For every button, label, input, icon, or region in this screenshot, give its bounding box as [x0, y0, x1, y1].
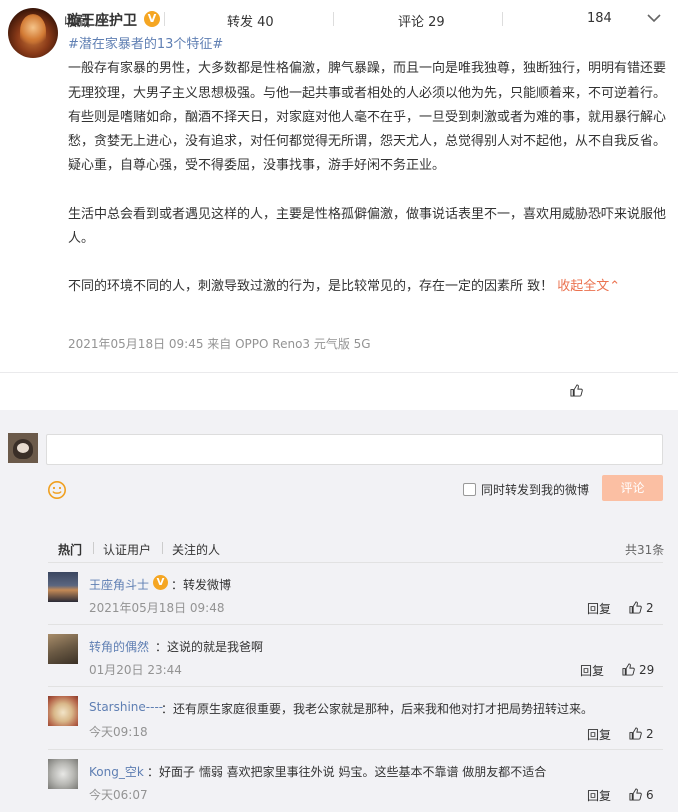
- chevron-down-icon[interactable]: [645, 9, 663, 27]
- divider: [333, 12, 334, 26]
- comment-time: 01月20日 23:44: [89, 663, 182, 677]
- thumbs-up-icon[interactable]: [570, 384, 583, 397]
- comment-like-count[interactable]: 29: [639, 663, 654, 677]
- divider: [162, 542, 163, 554]
- comment-time: 今天06:07: [89, 788, 148, 802]
- post-body: #潜在家暴者的13个特征# 一般存有家暴的男性，大多数都是性格偏激，脾气暴躁，而…: [68, 33, 668, 300]
- divider: [48, 562, 663, 563]
- author-avatar[interactable]: [8, 8, 58, 58]
- divider: [48, 749, 663, 750]
- post-meta: 2021年05月18日 09:45 来自 OPPO Reno3 元气版 5G: [68, 337, 371, 351]
- commenter-name[interactable]: Starshine----: [89, 700, 163, 714]
- thumbs-up-icon[interactable]: [629, 788, 642, 801]
- comment-text: ：还有原生家庭很重要，我老公家就是那种，后来我和他对打才把局势扭转过来。: [161, 702, 594, 716]
- comment-text: ：好面子 懦弱 喜欢把家里事往外说 妈宝。这些基本不靠谱 做朋友都不适合: [147, 765, 547, 779]
- comment-total: 共31条: [625, 543, 665, 557]
- my-avatar: [8, 433, 38, 463]
- reply-button[interactable]: 回复: [587, 600, 611, 617]
- submit-comment-button[interactable]: 评论: [602, 475, 663, 501]
- hashtag-link[interactable]: #潜在家暴者的13个特征#: [68, 37, 223, 52]
- reply-button[interactable]: 回复: [587, 726, 611, 743]
- repost-checkbox-label: 同时转发到我的微博: [481, 483, 590, 497]
- post-paragraph-2: 生活中总会看到或者遇见这样的人，主要是性格孤僻偏激，做事说话表里不一，喜欢用威胁…: [68, 206, 667, 247]
- comment-text: ：转发微博: [171, 578, 232, 592]
- divider: [48, 624, 663, 625]
- commenter-avatar[interactable]: [48, 696, 78, 726]
- divider: [0, 372, 678, 373]
- commenter-avatar[interactable]: [48, 759, 78, 789]
- post-paragraph-1: 一般存有家暴的男性，大多数都是性格偏激，脾气暴躁，而且一向是唯我独尊，独断独行，…: [68, 61, 667, 174]
- commenter-avatar[interactable]: [48, 572, 78, 602]
- divider: [48, 686, 663, 687]
- repost-checkbox[interactable]: [463, 483, 476, 496]
- verified-badge-icon: V: [144, 11, 160, 27]
- divider: [164, 12, 165, 26]
- thumbs-up-icon[interactable]: [629, 727, 642, 740]
- divider: [502, 12, 503, 26]
- commenter-name[interactable]: 王座角斗士: [89, 576, 149, 593]
- emoji-icon[interactable]: [47, 480, 67, 500]
- reply-button[interactable]: 回复: [587, 787, 611, 804]
- collapse-link[interactable]: 收起全文⌃: [557, 279, 620, 294]
- repost-button[interactable]: 转发 40: [227, 11, 274, 30]
- comment-like-count[interactable]: 2: [646, 601, 654, 615]
- comment-input[interactable]: [46, 434, 663, 465]
- comment-time: 今天09:18: [89, 725, 148, 739]
- filter-hot[interactable]: 热门: [58, 541, 82, 558]
- verified-badge-icon: V: [153, 575, 168, 590]
- commenter-name[interactable]: Kong_空k: [89, 763, 144, 780]
- comment-button[interactable]: 评论 29: [398, 11, 445, 30]
- filter-following[interactable]: 关注的人: [172, 541, 220, 558]
- comment-like-count[interactable]: 2: [646, 727, 654, 741]
- filter-verified[interactable]: 认证用户: [103, 541, 151, 558]
- commenter-name[interactable]: 转角的偶然: [89, 638, 149, 655]
- comment-time: 2021年05月18日 09:48: [89, 601, 225, 615]
- thumbs-up-icon[interactable]: [629, 601, 642, 614]
- favorite-button[interactable]: 收藏: [64, 11, 90, 30]
- thumbs-up-icon[interactable]: [622, 663, 635, 676]
- like-count[interactable]: 184: [587, 11, 612, 26]
- comment-text: ：这说的就是我爸啊: [155, 640, 264, 654]
- comment-like-count[interactable]: 6: [646, 788, 654, 802]
- commenter-avatar[interactable]: [48, 634, 78, 664]
- post-paragraph-3: 不同的环境不同的人，刺激导致过激的行为，是比较常见的，存在一定的因素所 致！: [68, 279, 554, 295]
- divider: [93, 542, 94, 554]
- reply-button[interactable]: 回复: [580, 662, 604, 679]
